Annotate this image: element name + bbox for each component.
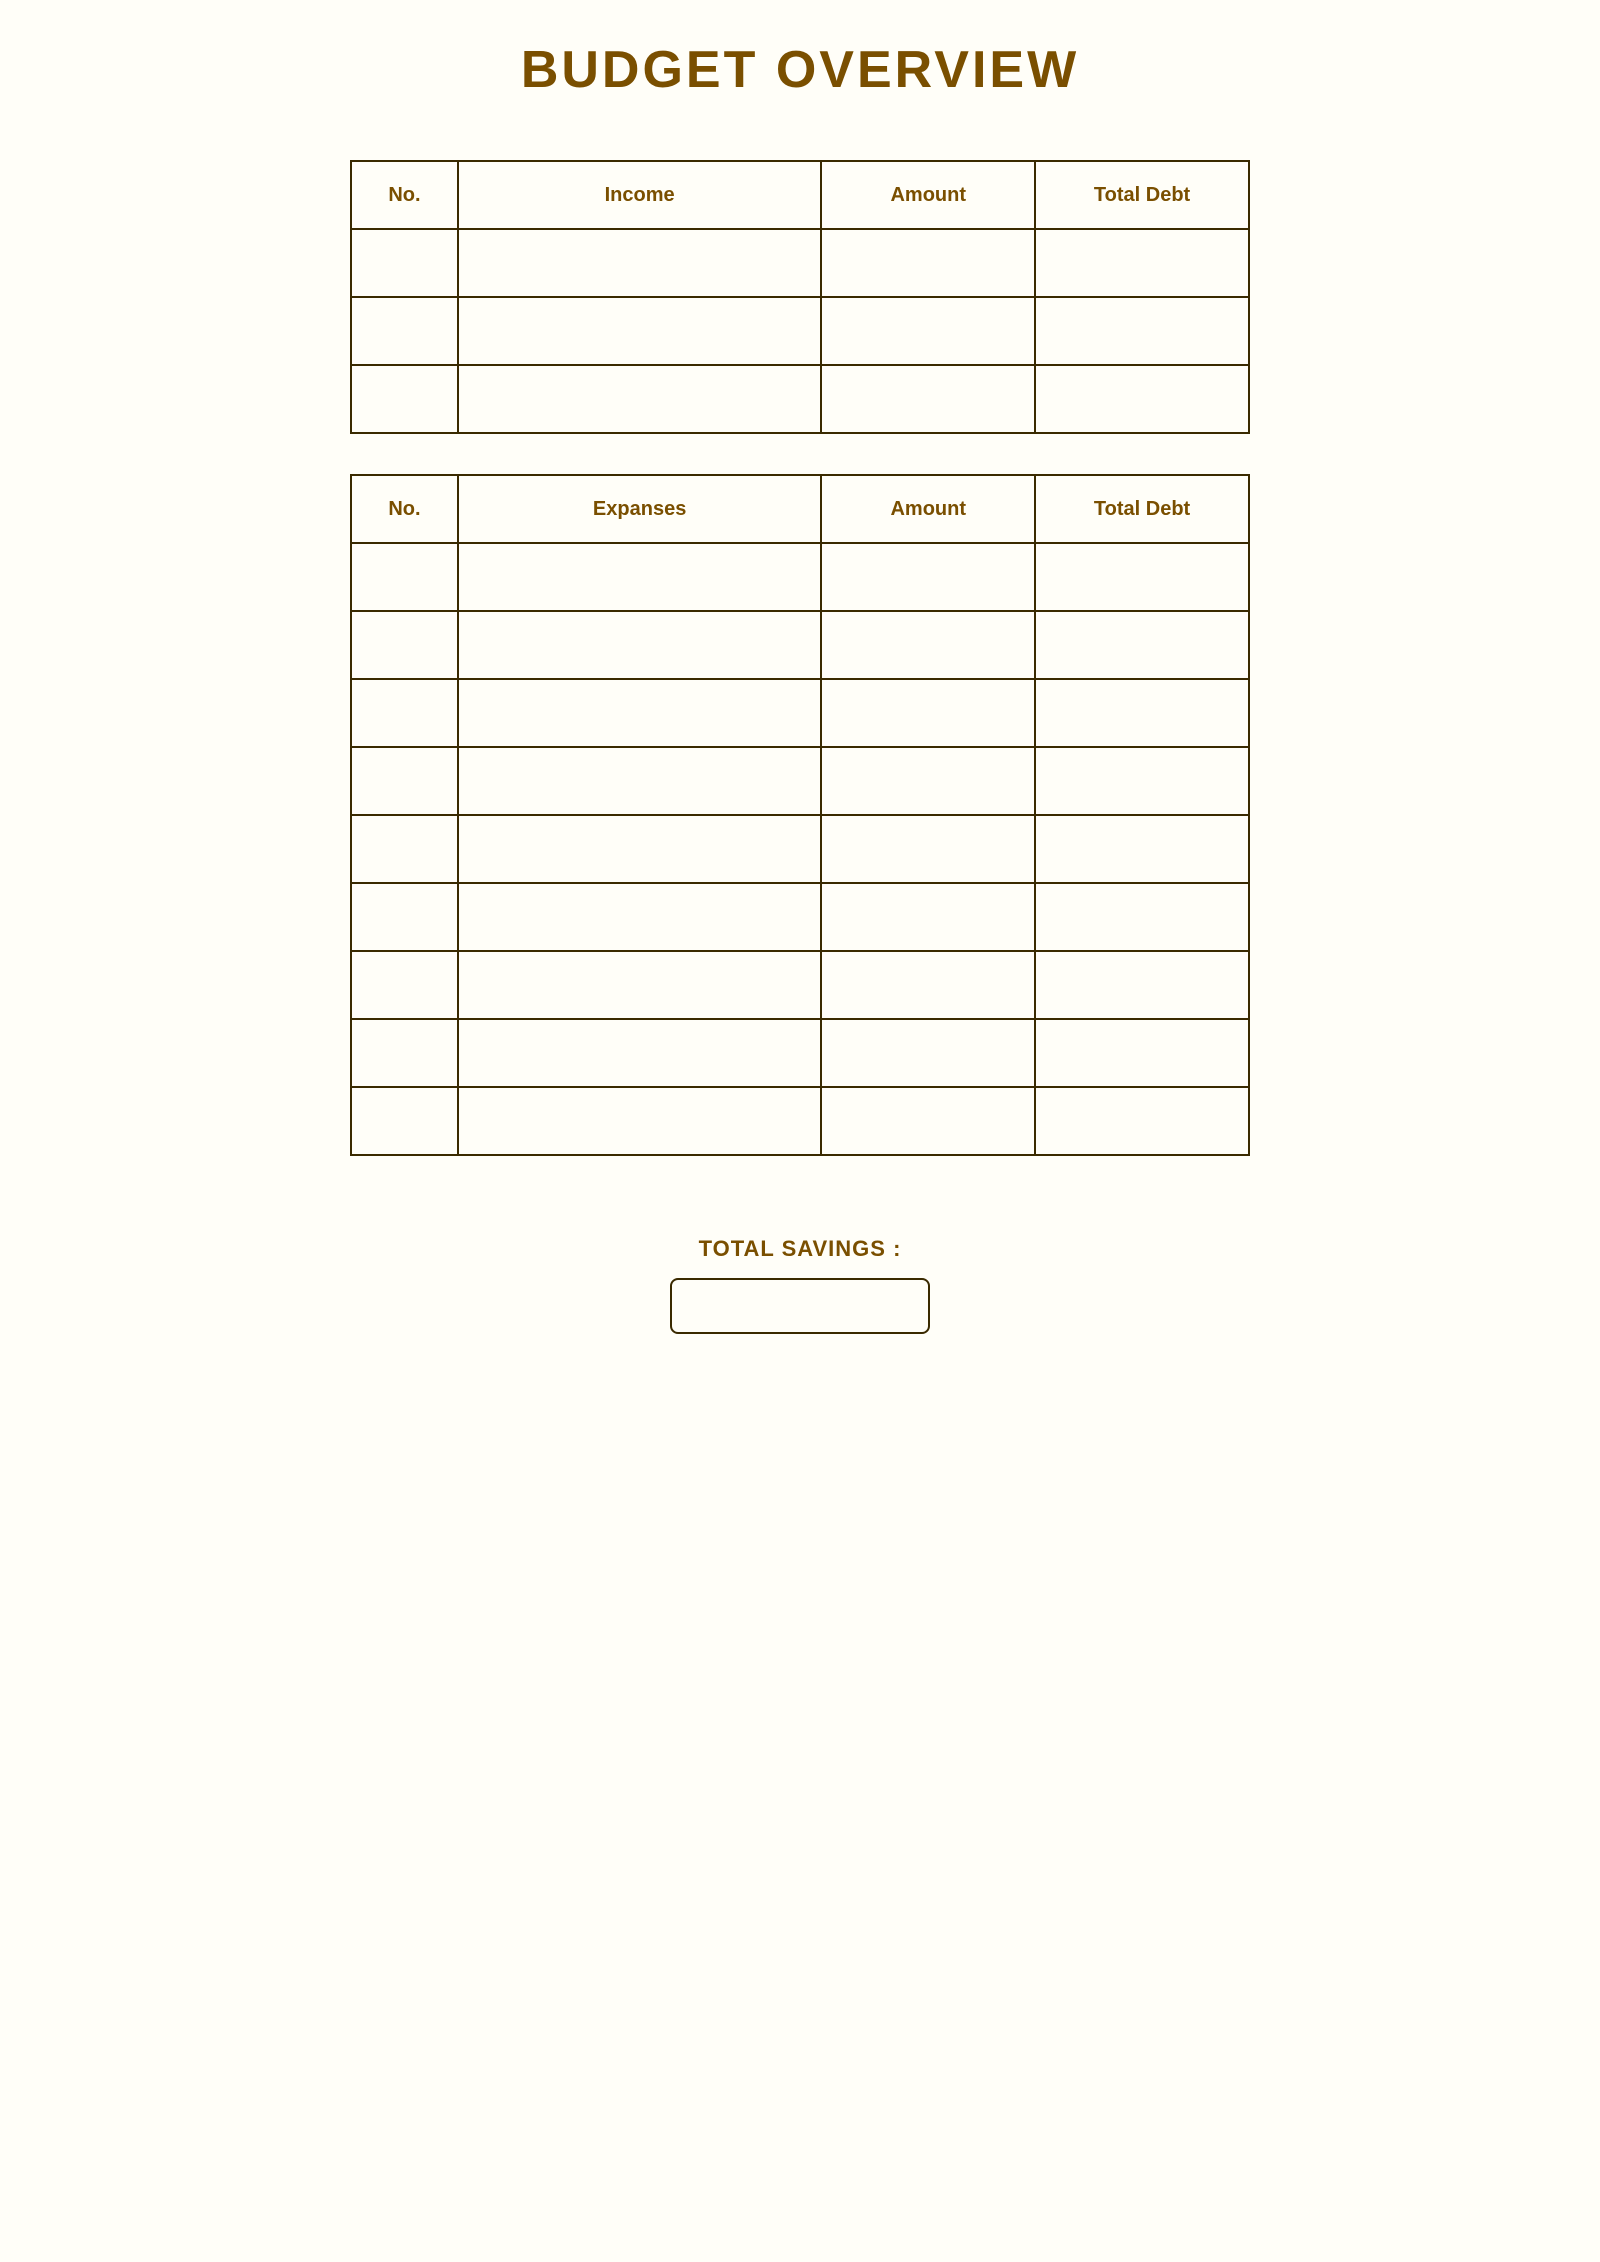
income-header-amount: Amount [821,161,1035,229]
expenses-row-3-amount[interactable] [821,679,1035,747]
expenses-row-6-desc[interactable] [458,883,821,951]
expenses-row-1 [351,543,1249,611]
total-savings-input[interactable] [670,1278,930,1334]
expenses-row-6-amount[interactable] [821,883,1035,951]
expenses-row-2-no[interactable] [351,611,458,679]
expenses-row-4-no[interactable] [351,747,458,815]
expenses-row-8-debt[interactable] [1035,1019,1249,1087]
expenses-row-7-debt[interactable] [1035,951,1249,1019]
expenses-row-4 [351,747,1249,815]
income-header-total-debt: Total Debt [1035,161,1249,229]
expenses-row-5 [351,815,1249,883]
expenses-row-6-no[interactable] [351,883,458,951]
expenses-row-1-desc[interactable] [458,543,821,611]
expenses-row-9-debt[interactable] [1035,1087,1249,1155]
income-row-3-desc[interactable] [458,365,821,433]
expenses-row-7-no[interactable] [351,951,458,1019]
expenses-row-4-amount[interactable] [821,747,1035,815]
income-table: No. Income Amount Total Debt [350,160,1250,434]
expenses-row-3-debt[interactable] [1035,679,1249,747]
income-row-1-debt[interactable] [1035,229,1249,297]
expenses-row-7-amount[interactable] [821,951,1035,1019]
income-row-1 [351,229,1249,297]
expenses-row-6-debt[interactable] [1035,883,1249,951]
expenses-row-9-desc[interactable] [458,1087,821,1155]
expenses-row-8-amount[interactable] [821,1019,1035,1087]
page-title: BUDGET OVERVIEW [521,40,1079,100]
expenses-row-2-debt[interactable] [1035,611,1249,679]
expenses-row-1-amount[interactable] [821,543,1035,611]
expenses-section: No. Expanses Amount Total Debt [350,474,1250,1156]
expenses-row-5-desc[interactable] [458,815,821,883]
expenses-row-5-no[interactable] [351,815,458,883]
expenses-header-description: Expanses [458,475,821,543]
expenses-row-3-desc[interactable] [458,679,821,747]
income-row-2 [351,297,1249,365]
expenses-row-5-debt[interactable] [1035,815,1249,883]
expenses-row-8-no[interactable] [351,1019,458,1087]
expenses-row-2-desc[interactable] [458,611,821,679]
income-row-1-desc[interactable] [458,229,821,297]
expenses-header-total-debt: Total Debt [1035,475,1249,543]
expenses-row-3-no[interactable] [351,679,458,747]
expenses-row-1-no[interactable] [351,543,458,611]
total-savings-section: TOTAL SAVINGS : [350,1236,1250,1334]
expenses-header-no: No. [351,475,458,543]
expenses-header-amount: Amount [821,475,1035,543]
expenses-row-8 [351,1019,1249,1087]
income-row-2-debt[interactable] [1035,297,1249,365]
expenses-row-9-no[interactable] [351,1087,458,1155]
expenses-row-5-amount[interactable] [821,815,1035,883]
expenses-row-1-debt[interactable] [1035,543,1249,611]
income-row-3 [351,365,1249,433]
income-row-2-desc[interactable] [458,297,821,365]
expenses-row-2-amount[interactable] [821,611,1035,679]
expenses-row-9-amount[interactable] [821,1087,1035,1155]
income-row-1-amount[interactable] [821,229,1035,297]
income-header-description: Income [458,161,821,229]
expenses-row-3 [351,679,1249,747]
income-row-2-amount[interactable] [821,297,1035,365]
income-row-3-no[interactable] [351,365,458,433]
income-row-3-amount[interactable] [821,365,1035,433]
expenses-table: No. Expanses Amount Total Debt [350,474,1250,1156]
income-row-2-no[interactable] [351,297,458,365]
income-header-no: No. [351,161,458,229]
expenses-row-8-desc[interactable] [458,1019,821,1087]
expenses-row-2 [351,611,1249,679]
expenses-row-7 [351,951,1249,1019]
total-savings-label: TOTAL SAVINGS : [699,1236,902,1262]
expenses-row-7-desc[interactable] [458,951,821,1019]
expenses-row-4-debt[interactable] [1035,747,1249,815]
expenses-row-4-desc[interactable] [458,747,821,815]
expenses-row-9 [351,1087,1249,1155]
income-row-3-debt[interactable] [1035,365,1249,433]
income-section: No. Income Amount Total Debt [350,160,1250,434]
page-container: BUDGET OVERVIEW No. Income Amount Total … [350,40,1250,1334]
expenses-row-6 [351,883,1249,951]
income-row-1-no[interactable] [351,229,458,297]
